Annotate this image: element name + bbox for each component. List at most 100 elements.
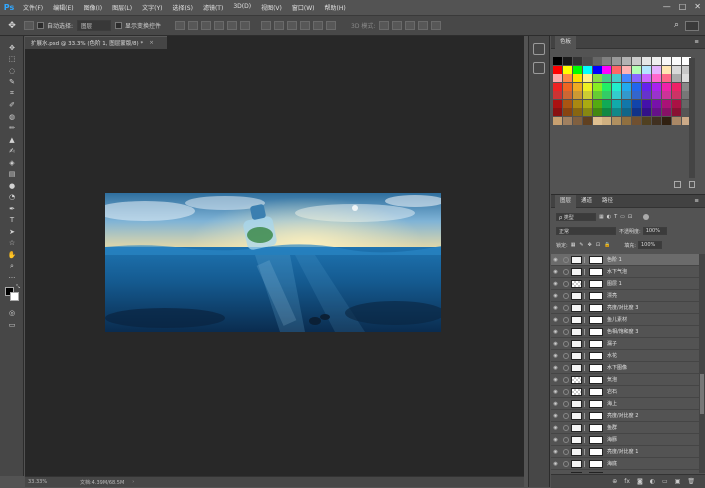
layer-thumbnail[interactable] [571,387,582,396]
layer-thumbnail[interactable] [571,363,582,372]
clone-stamp-tool-icon[interactable]: ▲ [0,134,24,146]
layer-mask-thumbnail[interactable] [589,387,603,396]
filter-pixel-icon[interactable]: ▦ [599,214,604,220]
link-layers-icon[interactable]: ⊕ [612,478,617,485]
swatch[interactable] [553,91,562,99]
swatch[interactable] [602,91,612,99]
layer-thumbnail[interactable] [571,291,582,300]
distribute-right-icon[interactable] [326,21,337,30]
layer-row[interactable]: ◉ 亮度/对比度 2 [551,410,699,422]
layer-mask-thumbnail[interactable] [589,363,603,372]
lock-all-icon[interactable]: 🔒 [604,242,610,248]
swatch[interactable] [572,57,582,65]
dodge-tool-icon[interactable]: ◔ [0,192,24,204]
swatch[interactable] [651,91,661,99]
layer-row[interactable]: ◉ 图层 1 [551,278,699,290]
mask-link-icon[interactable] [584,280,587,287]
menu-item[interactable]: 视图(V) [256,3,287,12]
layer-row[interactable]: ◉ 亮度/对比度 3 [551,302,699,314]
layer-thumbnail[interactable] [571,375,582,384]
swatch[interactable] [651,116,661,125]
swatch[interactable] [582,91,592,99]
swatch[interactable] [612,91,622,99]
swatch[interactable] [671,91,681,99]
layer-row[interactable]: ◉ 色阶 1 [551,254,699,266]
add-mask-icon[interactable]: ◙ [637,478,643,485]
layer-mask-thumbnail[interactable] [589,351,603,360]
swatch[interactable] [632,91,642,99]
lock-image-icon[interactable]: ✎ [579,242,583,248]
quick-mask-icon[interactable]: ◎ [0,308,24,320]
swatch[interactable] [671,74,681,82]
swatch[interactable] [651,57,661,65]
close-button[interactable]: ✕ [694,2,701,11]
eraser-tool-icon[interactable]: ◈ [0,157,24,169]
visibility-eye-icon[interactable]: ◉ [551,281,560,287]
swatch[interactable] [671,57,681,65]
layer-thumbnail[interactable] [571,303,582,312]
distribute-bottom-icon[interactable] [287,21,298,30]
swatch[interactable] [661,108,671,116]
swatch[interactable] [582,108,592,116]
layer-thumbnail[interactable] [571,327,582,336]
new-swatch-icon[interactable] [674,181,681,188]
history-brush-tool-icon[interactable]: ✍ [0,146,24,158]
layer-thumbnail[interactable] [571,411,582,420]
swatches-scrollbar[interactable] [689,58,695,178]
swatch[interactable] [632,57,642,65]
adjustment-layer-icon[interactable]: ◐ [650,478,655,485]
new-layer-icon[interactable]: ▣ [675,478,681,485]
swatch[interactable] [661,74,671,82]
layer-thumbnail[interactable] [571,267,582,276]
mask-link-icon[interactable] [584,376,587,383]
swatch[interactable] [661,65,671,74]
swatch[interactable] [612,116,622,125]
swatch[interactable] [572,91,582,99]
panel-menu-icon[interactable]: ≡ [694,198,699,204]
layer-row[interactable]: ◉ shutterstock_147759191 [551,470,699,473]
swatch[interactable] [602,65,612,74]
workspace-switcher-icon[interactable] [685,21,699,31]
brush-tool-icon[interactable]: ✏ [0,123,24,135]
swatch[interactable] [671,116,681,125]
swatch[interactable] [612,82,622,91]
swatch[interactable] [602,108,612,116]
search-icon[interactable]: ⌕ [674,20,679,30]
swatch[interactable] [661,116,671,125]
swatch[interactable] [612,108,622,116]
maximize-button[interactable]: □ [679,2,687,11]
visibility-eye-icon[interactable]: ◉ [551,449,560,455]
swatch[interactable] [562,91,572,99]
align-bottom-icon[interactable] [201,21,212,30]
swatch[interactable] [632,99,642,108]
swatch[interactable] [651,82,661,91]
lock-position-icon[interactable]: ✥ [588,242,592,248]
swatch[interactable] [622,74,632,82]
swatch[interactable] [562,99,572,108]
layer-thumbnail[interactable] [571,435,582,444]
visibility-eye-icon[interactable]: ◉ [551,401,560,407]
filter-toggle[interactable] [643,214,650,220]
zoom-tool-icon[interactable]: ⌕ [0,261,24,273]
marquee-tool-icon[interactable]: ⬚ [0,54,24,66]
menu-item[interactable]: 文件(F) [18,3,48,12]
visibility-eye-icon[interactable]: ◉ [551,473,560,474]
swatch[interactable] [632,82,642,91]
swatch[interactable] [651,108,661,116]
align-top-icon[interactable] [175,21,186,30]
layer-mask-thumbnail[interactable] [589,303,603,312]
distribute-hcenter-icon[interactable] [313,21,324,30]
layer-row[interactable]: ◉ 漂亮 [551,290,699,302]
swatch[interactable] [612,65,622,74]
minimize-button[interactable]: — [663,2,671,11]
visibility-eye-icon[interactable]: ◉ [551,425,560,431]
layer-row[interactable]: ◉ 海豚 [551,434,699,446]
auto-select-checkbox[interactable] [37,22,44,29]
layer-mask-thumbnail[interactable] [589,291,603,300]
swatch[interactable] [553,108,562,116]
menu-item[interactable]: 文字(Y) [137,3,167,12]
mask-link-icon[interactable] [584,328,587,335]
swatch[interactable] [661,57,671,65]
swatch[interactable] [592,57,602,65]
swatch[interactable] [572,74,582,82]
